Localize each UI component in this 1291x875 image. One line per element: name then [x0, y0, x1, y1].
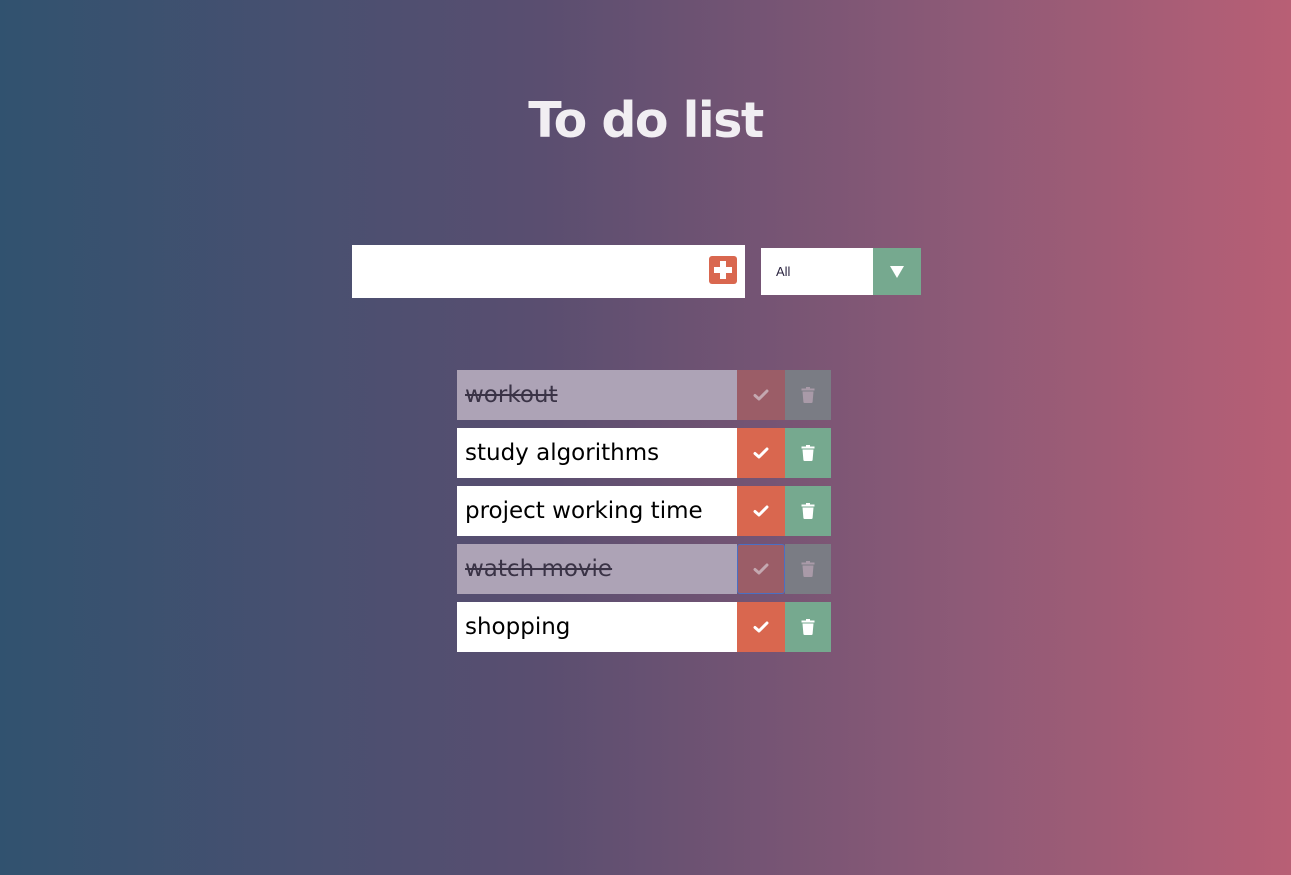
check-icon — [753, 621, 769, 633]
delete-button[interactable] — [785, 486, 831, 536]
plus-square-icon — [714, 261, 732, 279]
todo-text: workout — [457, 370, 737, 420]
check-icon — [753, 389, 769, 401]
complete-button[interactable] — [737, 486, 785, 536]
check-icon — [753, 563, 769, 575]
filter-dropdown-button[interactable] — [873, 248, 921, 295]
trash-icon — [801, 619, 815, 635]
trash-icon — [801, 503, 815, 519]
trash-icon — [801, 445, 815, 461]
delete-button[interactable] — [785, 428, 831, 478]
complete-button[interactable] — [737, 602, 785, 652]
todo-text: watch movie — [457, 544, 737, 594]
trash-icon — [801, 561, 815, 577]
todo-text: study algorithms — [457, 428, 737, 478]
todo-item: project working time — [457, 486, 831, 536]
filter-select[interactable]: All — [761, 248, 921, 295]
trash-icon — [801, 387, 815, 403]
delete-button[interactable] — [785, 370, 831, 420]
todo-text: project working time — [457, 486, 737, 536]
complete-button[interactable] — [737, 544, 785, 594]
check-icon — [753, 447, 769, 459]
delete-button[interactable] — [785, 544, 831, 594]
add-todo-button[interactable] — [709, 256, 737, 284]
filter-selected-value: All — [776, 264, 791, 279]
page-title: To do list — [528, 91, 764, 149]
todo-list: workout study algorithms project working… — [457, 370, 831, 660]
delete-button[interactable] — [785, 602, 831, 652]
todo-item: shopping — [457, 602, 831, 652]
check-icon — [753, 505, 769, 517]
triangle-down-icon — [890, 266, 904, 278]
todo-form — [352, 245, 745, 298]
todo-text: shopping — [457, 602, 737, 652]
todo-item: watch movie — [457, 544, 831, 594]
todo-item: workout — [457, 370, 831, 420]
complete-button[interactable] — [737, 370, 785, 420]
todo-item: study algorithms — [457, 428, 831, 478]
complete-button[interactable] — [737, 428, 785, 478]
todo-input[interactable] — [352, 245, 692, 298]
